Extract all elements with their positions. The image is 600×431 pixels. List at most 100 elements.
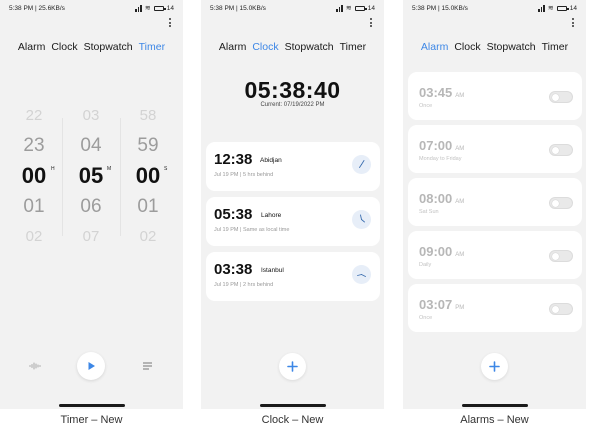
analog-clock-icon xyxy=(352,155,371,174)
picker-value: 02 xyxy=(25,228,43,245)
picker-value: 59 xyxy=(137,135,159,156)
hours-wheel[interactable]: 22 23 00 01 02 H xyxy=(10,104,58,250)
world-clock-card[interactable]: 03:38 Istanbul Jul 19 PM | 2 hrs behind xyxy=(206,252,380,301)
caption-clock: Clock – New xyxy=(261,414,324,426)
status-speed: 15.0KB/s xyxy=(441,5,468,12)
home-indicator xyxy=(259,404,326,407)
alarm-ampm: AM xyxy=(455,252,465,258)
world-clock-card[interactable]: 05:38 Lahore Jul 19 PM | Same as local t… xyxy=(206,197,380,246)
picker-value: 02 xyxy=(139,228,157,245)
alarm-card[interactable]: 09:00 AM Daily xyxy=(408,231,582,279)
status-time: 5:38 PM xyxy=(210,5,235,12)
picker-value: 23 xyxy=(23,135,45,156)
current-date-label: Current: 07/19/2022 PM xyxy=(260,102,325,108)
tab-clock[interactable]: Clock xyxy=(51,41,77,53)
signal-icon xyxy=(538,4,545,12)
status-time: 5:38 PM xyxy=(412,5,437,12)
city-time: 03:38 xyxy=(214,261,253,278)
play-button[interactable] xyxy=(77,352,105,380)
tab-timer[interactable]: Timer xyxy=(139,41,165,53)
hours-unit-label: H xyxy=(51,166,55,172)
picker-value: 07 xyxy=(82,228,100,245)
duration-picker: 22 23 00 01 02 H 03 04 05 06 07 M 58 59 … xyxy=(0,104,183,250)
alarm-card[interactable]: 07:00 AM Monday to Friday xyxy=(408,125,582,173)
more-options-icon[interactable] xyxy=(570,18,576,32)
wifi-icon: ≋ xyxy=(547,5,554,12)
tab-stopwatch[interactable]: Stopwatch xyxy=(84,41,133,53)
current-time: 05:38:40 xyxy=(244,77,341,103)
alarm-time: 03:45 xyxy=(419,85,453,100)
caption-alarms: Alarms – New xyxy=(460,414,529,426)
alarm-time: 03:07 xyxy=(419,297,453,312)
column-divider xyxy=(120,118,121,236)
alarm-ampm: AM xyxy=(455,146,465,152)
status-bar: 5:38 PM | 25.6KB/s ≋ 14 xyxy=(9,4,174,12)
tab-alarm[interactable]: Alarm xyxy=(219,41,246,53)
picker-value: 01 xyxy=(137,196,159,217)
timer-screen: 5:38 PM | 25.6KB/s ≋ 14 Alarm Clock Stop… xyxy=(0,0,183,409)
tab-bar: Alarm Clock Stopwatch Timer xyxy=(403,41,586,53)
home-indicator xyxy=(58,404,125,407)
seconds-wheel[interactable]: 58 59 00 01 02 S xyxy=(124,104,172,250)
waveform-icon[interactable] xyxy=(21,352,49,380)
play-icon xyxy=(88,362,95,370)
status-speed: 15.0KB/s xyxy=(239,5,266,12)
status-time: 5:38 PM xyxy=(9,5,34,12)
city-name: Lahore xyxy=(261,212,282,219)
picker-value: 58 xyxy=(139,107,157,124)
caption-timer: Timer – New xyxy=(60,414,123,426)
tab-timer[interactable]: Timer xyxy=(340,41,366,53)
alarm-repeat: Once xyxy=(419,103,433,109)
alarm-repeat: Daily xyxy=(419,262,432,268)
more-options-icon[interactable] xyxy=(368,18,374,32)
city-time: 12:38 xyxy=(214,151,253,168)
tab-alarm[interactable]: Alarm xyxy=(421,41,448,53)
tab-clock[interactable]: Clock xyxy=(454,41,480,53)
battery-level: 14 xyxy=(166,4,174,12)
alarm-toggle[interactable] xyxy=(549,303,573,315)
signal-icon xyxy=(336,4,343,12)
city-name: Istanbul xyxy=(261,267,284,274)
minutes-wheel[interactable]: 03 04 05 06 07 M xyxy=(67,104,115,250)
plus-icon xyxy=(489,361,500,372)
alarm-ampm: AM xyxy=(455,93,465,99)
picker-value: 01 xyxy=(23,196,45,217)
city-offset: Jul 19 PM | 2 hrs behind xyxy=(214,282,274,288)
alarm-toggle[interactable] xyxy=(549,144,573,156)
world-clock-card[interactable]: 12:38 Abidjan Jul 19 PM | 5 hrs behind xyxy=(206,142,380,191)
city-time: 05:38 xyxy=(214,206,253,223)
more-options-icon[interactable] xyxy=(167,18,173,32)
picker-value: 04 xyxy=(80,135,102,156)
battery-level: 14 xyxy=(367,4,375,12)
tab-alarm[interactable]: Alarm xyxy=(18,41,45,53)
tab-clock[interactable]: Clock xyxy=(252,41,278,53)
alarm-toggle[interactable] xyxy=(549,91,573,103)
tab-stopwatch[interactable]: Stopwatch xyxy=(285,41,334,53)
alarm-card[interactable]: 08:00 AM Sat Sun xyxy=(408,178,582,226)
tab-stopwatch[interactable]: Stopwatch xyxy=(487,41,536,53)
alarm-toggle[interactable] xyxy=(549,197,573,209)
signal-icon xyxy=(135,4,142,12)
picker-value: 03 xyxy=(82,107,100,124)
battery-icon xyxy=(354,5,367,11)
seconds-unit-label: S xyxy=(164,166,168,172)
alarm-card[interactable]: 03:07 PM Once xyxy=(408,284,582,332)
home-indicator xyxy=(461,404,528,407)
list-icon[interactable] xyxy=(133,352,161,380)
status-bar: 5:38 PM | 15.0KB/s ≋ 14 xyxy=(210,4,375,12)
clock-screen: 5:38 PM | 15.0KB/s ≋ 14 Alarm Clock Stop… xyxy=(201,0,384,409)
add-alarm-button[interactable] xyxy=(481,353,508,380)
alarm-repeat: Sat Sun xyxy=(419,209,439,215)
alarm-toggle[interactable] xyxy=(549,250,573,262)
alarm-ampm: AM xyxy=(455,199,465,205)
alarm-repeat: Once xyxy=(419,315,433,321)
battery-level: 14 xyxy=(569,4,577,12)
tab-timer[interactable]: Timer xyxy=(542,41,568,53)
battery-icon xyxy=(153,5,166,11)
alarm-card[interactable]: 03:45 AM Once xyxy=(408,72,582,120)
wifi-icon: ≋ xyxy=(345,5,352,12)
analog-clock-icon xyxy=(352,210,371,229)
add-city-button[interactable] xyxy=(279,353,306,380)
tab-bar: Alarm Clock Stopwatch Timer xyxy=(0,41,183,53)
city-offset: Jul 19 PM | Same as local time xyxy=(214,227,290,233)
